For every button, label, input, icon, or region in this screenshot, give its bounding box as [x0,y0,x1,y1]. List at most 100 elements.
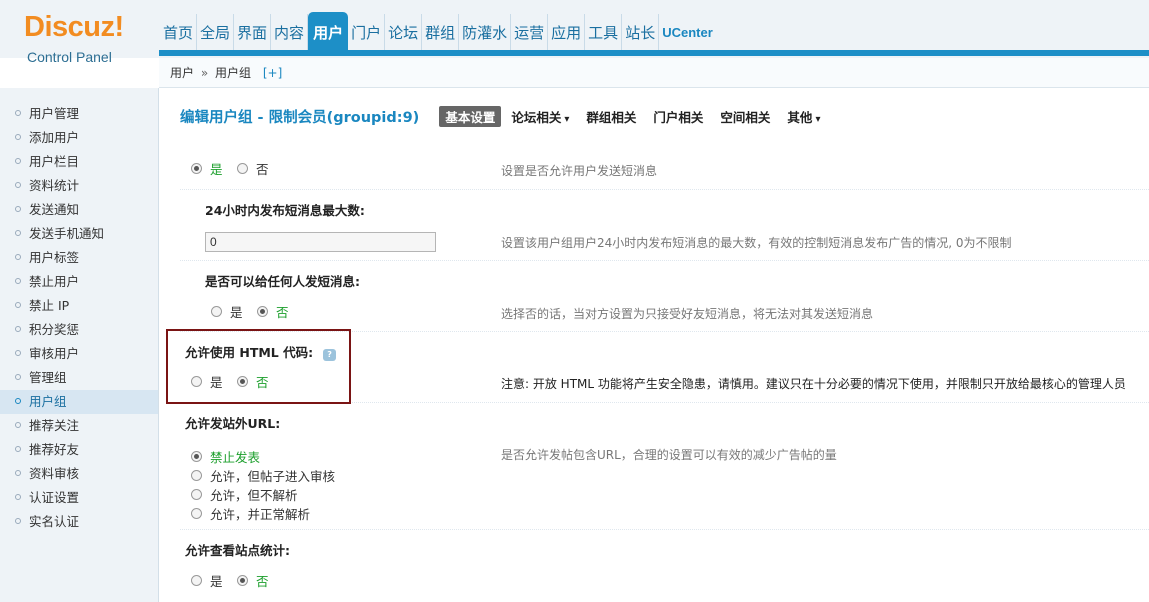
sidebar-item-label: 用户栏目 [29,154,80,169]
radio-icon [237,163,248,174]
sidebar-item-ban-user[interactable]: 禁止用户 [0,270,158,294]
sidebar-item-real-name-verification[interactable]: 实名认证 [0,510,158,534]
sidebar-item-send-mobile-notice[interactable]: 发送手机通知 [0,222,158,246]
bullet-icon [15,446,21,452]
tab-basic-settings[interactable]: 基本设置 [439,105,502,127]
sidebar-item-label: 认证设置 [29,490,80,505]
bullet-icon [15,398,21,404]
tab-label: 论坛相关 [511,109,562,125]
bullet-icon [15,206,21,212]
sidebar-item-label: 积分奖惩 [29,322,80,337]
sidebar-item-label: 添加用户 [29,130,80,145]
setting-row-allow-pm: 是 否 设置是否允许用户发送短消息 [180,148,1149,190]
bullet-icon [15,326,21,332]
pm-anyone-yes-radio[interactable]: 是 [211,302,243,321]
max-pm-note: 设置该用户组用户24小时内发布短消息的最大数，有效的控制短消息发布广告的情况, … [501,236,1012,250]
sidebar-item-recommend-friends[interactable]: 推荐好友 [0,438,158,462]
tab-other[interactable]: 其他 ▾ [787,107,820,126]
url-no-parse-radio[interactable]: 允许，但不解析 [191,485,298,504]
sidebar-item-moderate-users[interactable]: 审核用户 [0,342,158,366]
sidebar-item-label: 资料统计 [29,178,80,193]
radio-icon [257,306,268,317]
sidebar-item-label: 管理组 [29,370,67,385]
breadcrumb-usergroup[interactable]: 用户组 [215,66,251,80]
sidebar-item-recommend-follow[interactable]: 推荐关注 [0,414,158,438]
sidebar-item-label: 发送手机通知 [29,226,105,241]
sidebar-item-label: 实名认证 [29,514,80,529]
url-moderate-radio[interactable]: 允许，但帖子进入审核 [191,466,335,485]
tab-label: 其他 [787,109,813,125]
sidebar-item-user-groups[interactable]: 用户组 [0,390,158,414]
page-title: 编辑用户组 - 限制会员(groupid:9) [180,109,420,126]
tab-portal[interactable]: 门户相关 [653,107,703,126]
nav-antispam[interactable]: 防灌水 [459,14,512,52]
nav-forum[interactable]: 论坛 [385,14,423,52]
chevron-down-icon: ▾ [564,113,570,125]
highlight-box [166,329,351,404]
radio-icon [191,163,202,174]
chevron-down-icon: ▾ [815,113,821,125]
nav-interface[interactable]: 界面 [234,14,272,52]
tab-group[interactable]: 群组相关 [586,107,636,126]
radio-icon [191,508,202,519]
setting-row-pm-anyone: 是否可以给任何人发短消息: 是 否 选择否的话，当对方设置为只接受好友短消息，将… [180,261,1149,332]
sidebar-item-profile-review[interactable]: 资料审核 [0,462,158,486]
nav-portal[interactable]: 门户 [348,14,386,52]
bullet-icon [15,278,21,284]
setting-row-view-stats: 允许查看站点统计: 是 否 [180,530,1149,602]
nav-home[interactable]: 首页 [160,14,198,52]
sidebar-item-ban-ip[interactable]: 禁止 IP [0,294,158,318]
bullet-icon [15,230,21,236]
bullet-icon [15,374,21,380]
sidebar-item-send-notice[interactable]: 发送通知 [0,198,158,222]
pm-anyone-label: 是否可以给任何人发短消息: [205,274,360,289]
nav-operations[interactable]: 运营 [511,14,549,52]
breadcrumb-separator: » [200,66,209,80]
view-stats-yes-radio[interactable]: 是 [191,571,223,590]
sidebar-item-user-management[interactable]: 用户管理 [0,102,158,126]
radio-icon [211,306,222,317]
bullet-icon [15,350,21,356]
breadcrumb-users[interactable]: 用户 [170,66,194,80]
tab-space[interactable]: 空间相关 [720,107,770,126]
pm-anyone-no-radio[interactable]: 否 [257,302,289,321]
sidebar-item-user-fields[interactable]: 用户栏目 [0,150,158,174]
nav-content[interactable]: 内容 [271,14,309,52]
bullet-icon [15,518,21,524]
nav-admin[interactable]: 站长 [622,14,660,52]
sidebar-item-label: 用户组 [29,394,67,409]
view-stats-no-radio[interactable]: 否 [237,571,269,590]
sidebar-item-credit-rewards[interactable]: 积分奖惩 [0,318,158,342]
nav-group[interactable]: 群组 [422,14,460,52]
logo[interactable]: Discuz! Control Panel [0,0,159,65]
bullet-icon [15,158,21,164]
sidebar-item-label: 用户标签 [29,250,80,265]
sidebar: 用户管理 添加用户 用户栏目 资料统计 发送通知 发送手机通知 用户标签 禁止用… [0,88,159,602]
bullet-icon [15,182,21,188]
sidebar-item-label: 推荐好友 [29,442,80,457]
nav-tools[interactable]: 工具 [585,14,623,52]
add-shortcut-button[interactable]: [+] [263,66,282,80]
bullet-icon [15,470,21,476]
url-parse-radio[interactable]: 允许，并正常解析 [191,504,310,523]
url-forbid-radio[interactable]: 禁止发表 [191,447,260,466]
nav-users[interactable]: 用户 [308,12,349,52]
allow-pm-no-radio[interactable]: 否 [237,159,269,178]
nav-apps[interactable]: 应用 [548,14,586,52]
sidebar-item-profile-stats[interactable]: 资料统计 [0,174,158,198]
sidebar-item-add-user[interactable]: 添加用户 [0,126,158,150]
radio-icon [191,575,202,586]
sidebar-item-verification-settings[interactable]: 认证设置 [0,486,158,510]
sidebar-item-admin-groups[interactable]: 管理组 [0,366,158,390]
setting-row-external-url: 允许发站外URL: 禁止发表 允许，但帖子进入审核 允许，但不解析 允许，并正常… [180,403,1149,530]
tab-forum[interactable]: 论坛相关 ▾ [511,107,569,126]
bullet-icon [15,494,21,500]
nav-ucenter[interactable]: UCenter [659,14,716,52]
nav-global[interactable]: 全局 [197,14,235,52]
allow-pm-yes-radio[interactable]: 是 [191,159,223,178]
max-pm-input[interactable] [205,232,436,252]
sidebar-item-user-tags[interactable]: 用户标签 [0,246,158,270]
logo-subtitle: Control Panel [27,49,112,65]
pm-anyone-note: 选择否的话，当对方设置为只接受好友短消息，将无法对其发送短消息 [501,307,874,321]
sidebar-item-label: 资料审核 [29,466,80,481]
